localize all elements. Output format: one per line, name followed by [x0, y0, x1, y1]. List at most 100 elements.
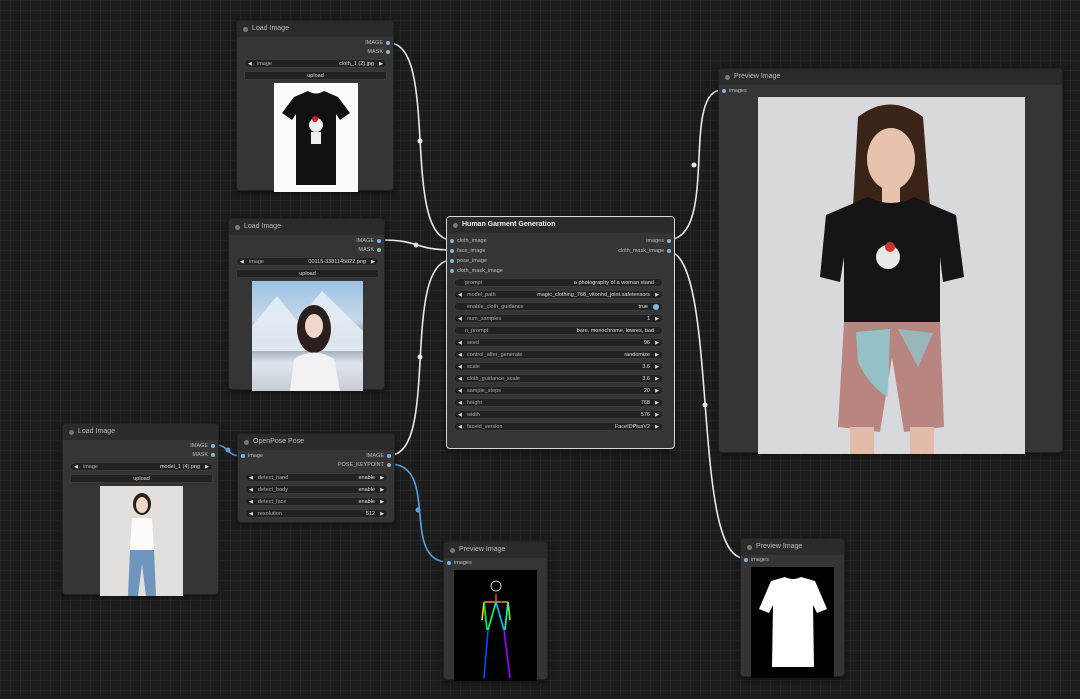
- input-image-slot[interactable]: image: [238, 452, 263, 461]
- enable-cloth-guidance-toggle[interactable]: enable_cloth_guidance true: [454, 302, 663, 311]
- pose-skeleton-image: [454, 570, 537, 681]
- scale-number[interactable]: ◀ scale 3.6 ▶: [454, 362, 663, 371]
- chevron-left-icon[interactable]: ◀: [458, 339, 462, 348]
- chevron-right-icon[interactable]: ▶: [380, 486, 384, 495]
- upload-button[interactable]: upload: [244, 71, 387, 80]
- node-title: Preview Image: [719, 69, 1062, 85]
- detect-body-combo[interactable]: ◀ detect_body enable ▶: [245, 485, 388, 494]
- model-path-combo[interactable]: ◀ model_path magic_clothing_768_vitonhd_jo…: [454, 290, 663, 299]
- chevron-right-icon[interactable]: ▶: [379, 60, 383, 69]
- load-image-node-face[interactable]: Load Image IMAGE MASK ◀ image 00115-3381…: [228, 218, 385, 391]
- resolution-number[interactable]: ◀ resolution 512 ▶: [245, 509, 388, 518]
- preview-image-node-result[interactable]: Preview Image images: [718, 68, 1063, 454]
- image-preview-model: [100, 486, 183, 596]
- output-image-slot[interactable]: IMAGE: [356, 237, 384, 246]
- chevron-right-icon[interactable]: ▶: [655, 423, 659, 432]
- chevron-left-icon[interactable]: ◀: [240, 258, 244, 267]
- toggle-knob-icon: [653, 304, 659, 310]
- chevron-right-icon[interactable]: ▶: [655, 339, 659, 348]
- output-images-slot[interactable]: images: [646, 237, 674, 246]
- prompt-text-field[interactable]: prompt a photography of a woman stand: [454, 278, 663, 287]
- height-number[interactable]: ◀ height 768 ▶: [454, 398, 663, 407]
- link-pose: [389, 259, 453, 456]
- input-cloth-mask-slot[interactable]: cloth_mask_image: [447, 267, 503, 276]
- chevron-left-icon[interactable]: ◀: [458, 387, 462, 396]
- image-combo[interactable]: ◀ image cloth_1 (2).jpg ▶: [244, 59, 387, 68]
- image-preview-cloth: [274, 83, 358, 192]
- node-title: Load Image: [237, 21, 393, 37]
- chevron-right-icon[interactable]: ▶: [655, 351, 659, 360]
- detect-face-combo[interactable]: ◀ detect_face enable ▶: [245, 497, 388, 506]
- output-mask-slot[interactable]: MASK: [192, 451, 218, 460]
- seed-number[interactable]: ◀ seed 96 ▶: [454, 338, 663, 347]
- image-preview-face: [252, 281, 363, 391]
- chevron-right-icon[interactable]: ▶: [655, 387, 659, 396]
- input-images-slot[interactable]: images: [444, 559, 472, 568]
- sample-steps-number[interactable]: ◀ sample_steps 20 ▶: [454, 386, 663, 395]
- preview-image-node-mask[interactable]: Preview Image images: [740, 538, 845, 678]
- chevron-left-icon[interactable]: ◀: [249, 510, 253, 519]
- chevron-right-icon[interactable]: ▶: [380, 474, 384, 483]
- load-image-node-model[interactable]: Load Image IMAGE MASK ◀ image model_1 (4…: [62, 423, 219, 596]
- chevron-right-icon[interactable]: ▶: [655, 315, 659, 324]
- chevron-right-icon[interactable]: ▶: [655, 363, 659, 372]
- model-thumbnail: [128, 493, 156, 596]
- chevron-left-icon[interactable]: ◀: [458, 375, 462, 384]
- upload-button[interactable]: upload: [236, 269, 379, 278]
- n-prompt-text-field[interactable]: n_prompt bare, monochrome, lowres, bad: [454, 326, 663, 335]
- chevron-left-icon[interactable]: ◀: [248, 60, 252, 69]
- node-title: OpenPose Pose: [238, 434, 394, 450]
- cloth-guidance-scale-number[interactable]: ◀ cloth_guidance_scale 3.6 ▶: [454, 374, 663, 383]
- output-mask-slot[interactable]: MASK: [367, 48, 393, 57]
- detect-hand-combo[interactable]: ◀ detect_hand enable ▶: [245, 473, 388, 482]
- chevron-right-icon[interactable]: ▶: [380, 498, 384, 507]
- node-title: Preview Image: [444, 542, 547, 558]
- chevron-left-icon[interactable]: ◀: [458, 423, 462, 432]
- control-after-generate-combo[interactable]: ◀ control_after_generate randomize ▶: [454, 350, 663, 359]
- chevron-left-icon[interactable]: ◀: [458, 315, 462, 324]
- input-images-slot[interactable]: images: [741, 556, 769, 565]
- chevron-left-icon[interactable]: ◀: [458, 291, 462, 300]
- output-mask-slot[interactable]: MASK: [358, 246, 384, 255]
- input-face-image-slot[interactable]: face_image: [447, 247, 485, 256]
- faceid-version-combo[interactable]: ◀ faceid_version FaceIDPlusV2 ▶: [454, 422, 663, 431]
- load-image-node-cloth[interactable]: Load Image IMAGE MASK ◀ image cloth_1 (2…: [236, 20, 394, 192]
- chevron-left-icon[interactable]: ◀: [458, 363, 462, 372]
- upload-button[interactable]: upload: [70, 474, 213, 483]
- chevron-right-icon[interactable]: ▶: [655, 411, 659, 420]
- openpose-node[interactable]: OpenPose Pose image IMAGE POSE_KEYPOINT …: [237, 433, 395, 523]
- preview-image-node-pose[interactable]: Preview Image images: [443, 541, 548, 681]
- human-garment-generation-node[interactable]: Human Garment Generation cloth_image fac…: [446, 216, 675, 449]
- node-title: Preview Image: [741, 539, 844, 555]
- width-number[interactable]: ◀ width 576 ▶: [454, 410, 663, 419]
- num-samples-number[interactable]: ◀ num_samples 1 ▶: [454, 314, 663, 323]
- chevron-right-icon[interactable]: ▶: [205, 463, 209, 472]
- chevron-right-icon[interactable]: ▶: [655, 375, 659, 384]
- chevron-right-icon[interactable]: ▶: [655, 291, 659, 300]
- output-image-slot[interactable]: IMAGE: [366, 452, 394, 461]
- chevron-left-icon[interactable]: ◀: [458, 399, 462, 408]
- input-images-slot[interactable]: images: [719, 87, 747, 96]
- image-combo[interactable]: ◀ image 00115-3381145822.png ▶: [236, 257, 379, 266]
- chevron-left-icon[interactable]: ◀: [249, 486, 253, 495]
- chevron-right-icon[interactable]: ▶: [380, 510, 384, 519]
- link-cloth: [388, 42, 453, 241]
- chevron-left-icon[interactable]: ◀: [458, 411, 462, 420]
- output-image-slot[interactable]: IMAGE: [190, 442, 218, 451]
- link-face: [381, 239, 453, 251]
- cloth-mask-image: [751, 567, 834, 678]
- chevron-left-icon[interactable]: ◀: [74, 463, 78, 472]
- chevron-left-icon[interactable]: ◀: [249, 498, 253, 507]
- output-image-slot[interactable]: IMAGE: [365, 39, 393, 48]
- output-cloth-mask-slot[interactable]: cloth_mask_image: [618, 247, 674, 256]
- node-title: Load Image: [229, 219, 384, 235]
- image-combo[interactable]: ◀ image model_1 (4).png ▶: [70, 462, 213, 471]
- chevron-right-icon[interactable]: ▶: [655, 399, 659, 408]
- input-cloth-image-slot[interactable]: cloth_image: [447, 237, 487, 246]
- chevron-left-icon[interactable]: ◀: [249, 474, 253, 483]
- output-keypoint-slot[interactable]: POSE_KEYPOINT: [338, 461, 394, 470]
- chevron-left-icon[interactable]: ◀: [458, 351, 462, 360]
- node-title: Load Image: [63, 424, 218, 440]
- input-pose-image-slot[interactable]: pose_image: [447, 257, 487, 266]
- chevron-right-icon[interactable]: ▶: [371, 258, 375, 267]
